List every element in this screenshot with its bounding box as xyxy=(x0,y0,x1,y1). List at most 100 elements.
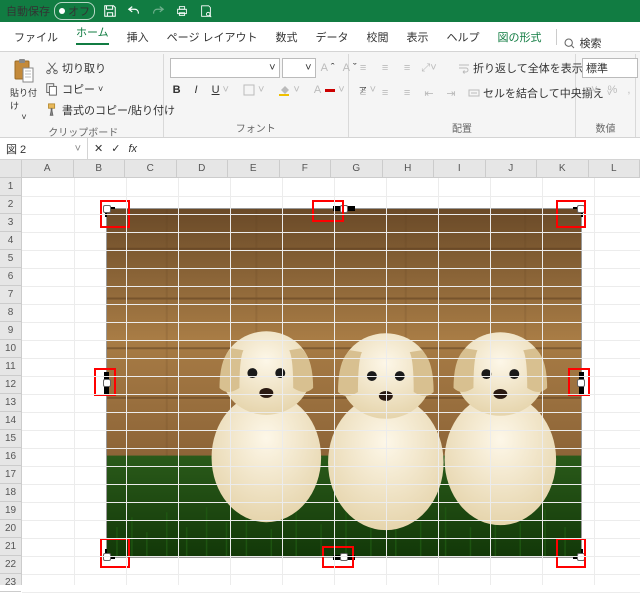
currency-button[interactable]: ¤˅ xyxy=(582,82,601,98)
name-box[interactable]: 図 2 ˅ xyxy=(0,138,88,159)
col-header[interactable]: B xyxy=(74,160,126,177)
row-header[interactable]: 11 xyxy=(0,358,21,376)
undo-icon[interactable] xyxy=(125,2,143,20)
row-header[interactable]: 22 xyxy=(0,556,21,574)
format-painter-button[interactable]: 書式のコピー/貼り付け xyxy=(42,100,178,120)
row-header[interactable]: 19 xyxy=(0,502,21,520)
group-font: ˅ ˅ Aˆ Aˇ B I U ˅ ˅ ˅ A˅ ア˅ フォント xyxy=(164,54,349,137)
row-header[interactable]: 4 xyxy=(0,232,21,250)
tab-file[interactable]: ファイル xyxy=(6,23,66,51)
col-header[interactable]: G xyxy=(331,160,383,177)
tab-picture-format[interactable]: 図の形式 xyxy=(490,23,550,51)
tab-help[interactable]: ヘルプ xyxy=(439,23,488,51)
row-header[interactable]: 5 xyxy=(0,250,21,268)
col-header[interactable]: A xyxy=(22,160,74,177)
copy-label: コピー xyxy=(62,81,95,97)
row-header[interactable]: 12 xyxy=(0,376,21,394)
fx-icon[interactable]: fx xyxy=(128,143,137,155)
tab-formula[interactable]: 数式 xyxy=(268,23,306,51)
align-right-icon[interactable]: ≡ xyxy=(399,85,415,101)
col-header[interactable]: L xyxy=(589,160,640,177)
copy-button[interactable]: コピー ˅ xyxy=(42,79,178,99)
col-header[interactable]: J xyxy=(486,160,538,177)
annotation-box xyxy=(568,368,590,396)
col-header[interactable]: E xyxy=(228,160,280,177)
increase-font-icon[interactable]: Aˆ xyxy=(318,60,338,76)
row-header[interactable]: 3 xyxy=(0,214,21,232)
col-header[interactable]: C xyxy=(125,160,177,177)
cut-button[interactable]: 切り取り xyxy=(42,58,178,78)
search-box[interactable]: 検索 xyxy=(563,35,602,51)
indent-inc-icon[interactable]: ⇥ xyxy=(443,85,459,101)
row-header[interactable]: 18 xyxy=(0,484,21,502)
underline-button[interactable]: U ˅ xyxy=(209,82,232,98)
select-all-corner[interactable] xyxy=(0,160,22,178)
column-headers[interactable]: ABCDEFGHIJKL xyxy=(22,160,640,178)
formula-bar-row: 図 2 ˅ ✕ ✓ fx xyxy=(0,138,640,160)
row-header[interactable]: 14 xyxy=(0,412,21,430)
indent-dec-icon[interactable]: ⇤ xyxy=(421,85,437,101)
col-header[interactable]: F xyxy=(280,160,332,177)
font-color-button[interactable]: A˅ xyxy=(311,82,348,98)
row-header[interactable]: 21 xyxy=(0,538,21,556)
tab-review[interactable]: 校閲 xyxy=(359,23,397,51)
tab-data[interactable]: データ xyxy=(308,23,357,51)
italic-button[interactable]: I xyxy=(192,82,201,98)
tab-layout[interactable]: ページ レイアウト xyxy=(159,23,266,51)
row-header[interactable]: 8 xyxy=(0,304,21,322)
row-header[interactable]: 20 xyxy=(0,520,21,538)
tab-home[interactable]: ホーム xyxy=(68,18,117,51)
border-button[interactable]: ˅ xyxy=(240,82,267,98)
col-header[interactable]: K xyxy=(537,160,589,177)
redo-icon[interactable] xyxy=(149,2,167,20)
name-box-value: 図 2 xyxy=(6,141,26,157)
copy-icon xyxy=(45,82,59,96)
quick-print-icon[interactable] xyxy=(173,2,191,20)
align-group-label: 配置 xyxy=(355,118,569,137)
align-top-icon[interactable]: ≡ xyxy=(355,60,371,76)
row-header[interactable]: 15 xyxy=(0,430,21,448)
cancel-formula-icon[interactable]: ✕ xyxy=(94,142,103,155)
tab-insert[interactable]: 挿入 xyxy=(119,23,157,51)
accept-formula-icon[interactable]: ✓ xyxy=(111,142,120,155)
percent-button[interactable]: % xyxy=(605,82,621,98)
align-bottom-icon[interactable]: ≡ xyxy=(399,60,415,76)
paste-button[interactable]: 貼り付け ˅ xyxy=(10,58,38,122)
font-name-select[interactable]: ˅ xyxy=(170,58,280,78)
align-center-icon[interactable]: ≡ xyxy=(377,85,393,101)
row-header[interactable]: 17 xyxy=(0,466,21,484)
font-group-label: フォント xyxy=(170,118,342,137)
row-headers[interactable]: 1234567891011121314151617181920212223 xyxy=(0,178,22,585)
row-header[interactable]: 1 xyxy=(0,178,21,196)
fill-color-button[interactable]: ˅ xyxy=(275,82,302,98)
row-header[interactable]: 23 xyxy=(0,574,21,592)
autosave-label: 自動保存 xyxy=(6,3,50,19)
brush-icon xyxy=(45,103,59,117)
row-header[interactable]: 6 xyxy=(0,268,21,286)
worksheet-grid[interactable]: ABCDEFGHIJKL 123456789101112131415161718… xyxy=(0,160,640,585)
autosave-state: オフ xyxy=(68,3,90,19)
cut-icon xyxy=(45,61,59,75)
row-header[interactable]: 9 xyxy=(0,322,21,340)
row-header[interactable]: 16 xyxy=(0,448,21,466)
row-header[interactable]: 7 xyxy=(0,286,21,304)
annotation-box xyxy=(322,546,354,568)
col-header[interactable]: H xyxy=(383,160,435,177)
align-left-icon[interactable]: ≡ xyxy=(355,85,371,101)
col-header[interactable]: I xyxy=(434,160,486,177)
bold-button[interactable]: B xyxy=(170,82,184,98)
font-size-select[interactable]: ˅ xyxy=(282,58,316,78)
group-number: 標準 ¤˅ % , 数値 xyxy=(576,54,636,137)
comma-button[interactable]: , xyxy=(624,82,633,98)
preview-icon[interactable] xyxy=(197,2,215,20)
row-header[interactable]: 2 xyxy=(0,196,21,214)
number-format-select[interactable]: 標準 xyxy=(582,58,638,78)
row-header[interactable]: 10 xyxy=(0,340,21,358)
align-middle-icon[interactable]: ≡ xyxy=(377,60,393,76)
orientation-icon[interactable]: ⤢˅ xyxy=(421,60,437,76)
tab-view[interactable]: 表示 xyxy=(399,23,437,51)
row-header[interactable]: 13 xyxy=(0,394,21,412)
cells-area[interactable] xyxy=(22,178,640,585)
col-header[interactable]: D xyxy=(177,160,229,177)
chevron-down-icon: ˅ xyxy=(21,112,26,122)
